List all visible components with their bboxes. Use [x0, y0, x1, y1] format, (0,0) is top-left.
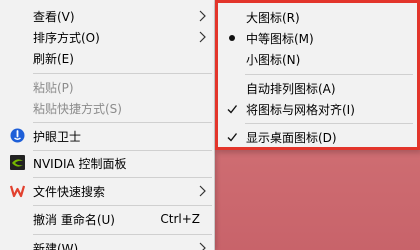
menu-separator — [33, 234, 212, 235]
radio-dot-icon — [229, 35, 235, 41]
eye-guard-icon — [10, 128, 25, 143]
menu-item-eye-guard[interactable]: 护眼卫士 — [0, 125, 214, 147]
menu-item-label: 粘贴快捷方式(S) — [33, 101, 122, 116]
submenu-item-show-desktop-icons[interactable]: 显示桌面图标(D) — [218, 126, 417, 148]
menu-separator — [33, 177, 212, 178]
wps-search-icon — [10, 185, 25, 198]
checkmark-icon — [227, 133, 238, 142]
menu-item-nvidia-control-panel[interactable]: NVIDIA 控制面板 — [0, 152, 214, 174]
submenu-item-label: 大图标(R) — [246, 10, 300, 25]
submenu-item-medium-icons[interactable]: 中等图标(M) — [218, 27, 417, 49]
menu-item-label: 新建(W) — [33, 241, 79, 250]
menu-item-label: 粘贴(P) — [33, 80, 74, 95]
menu-item-paste: 粘贴(P) — [0, 76, 214, 98]
chevron-right-icon — [199, 185, 206, 197]
menu-item-label: 文件快速搜索 — [33, 184, 106, 199]
menu-item-label: 排序方式(O) — [33, 30, 100, 45]
menu-item-label: 查看(V) — [33, 9, 75, 24]
nvidia-icon — [10, 155, 25, 170]
submenu-item-align-to-grid[interactable]: 将图标与网格对齐(I) — [218, 98, 417, 120]
menu-separator — [33, 150, 212, 151]
checkmark-icon — [227, 105, 238, 114]
chevron-right-icon — [199, 31, 206, 43]
menu-item-label: 护眼卫士 — [33, 129, 82, 144]
menu-item-file-quick-search[interactable]: 文件快速搜索 — [0, 180, 214, 202]
desktop-context-menu: 查看(V) 排序方式(O) 刷新(E) 粘贴(P) 粘贴快捷方式(S) 护眼卫士… — [0, 0, 215, 250]
menu-separator — [33, 122, 212, 123]
menu-separator — [245, 123, 413, 124]
menu-item-view[interactable]: 查看(V) — [0, 5, 214, 27]
keyboard-shortcut: Ctrl+Z — [160, 212, 200, 226]
submenu-item-large-icons[interactable]: 大图标(R) — [218, 6, 417, 28]
submenu-item-label: 小图标(N) — [246, 52, 301, 67]
submenu-item-label: 中等图标(M) — [246, 31, 314, 46]
submenu-item-small-icons[interactable]: 小图标(N) — [218, 48, 417, 70]
menu-separator — [245, 74, 413, 75]
menu-item-undo-rename[interactable]: 撤消 重命名(U) Ctrl+Z — [0, 208, 214, 230]
submenu-item-auto-arrange[interactable]: 自动排列图标(A) — [218, 77, 417, 99]
chevron-right-icon — [199, 10, 206, 22]
menu-item-label: NVIDIA 控制面板 — [33, 156, 127, 171]
submenu-item-label: 显示桌面图标(D) — [246, 130, 337, 145]
submenu-item-label: 将图标与网格对齐(I) — [246, 102, 355, 117]
menu-item-new[interactable]: 新建(W) — [0, 237, 214, 250]
menu-separator — [33, 73, 212, 74]
menu-item-sort-by[interactable]: 排序方式(O) — [0, 26, 214, 48]
menu-item-paste-shortcut: 粘贴快捷方式(S) — [0, 97, 214, 119]
view-submenu: 大图标(R) 中等图标(M) 小图标(N) 自动排列图标(A) 将图标与网格对齐… — [215, 0, 420, 150]
menu-item-label: 撤消 重命名(U) — [33, 212, 115, 227]
menu-item-refresh[interactable]: 刷新(E) — [0, 47, 214, 69]
submenu-item-label: 自动排列图标(A) — [246, 81, 336, 96]
menu-separator — [33, 205, 212, 206]
chevron-right-icon — [199, 242, 206, 250]
menu-item-label: 刷新(E) — [33, 51, 74, 66]
